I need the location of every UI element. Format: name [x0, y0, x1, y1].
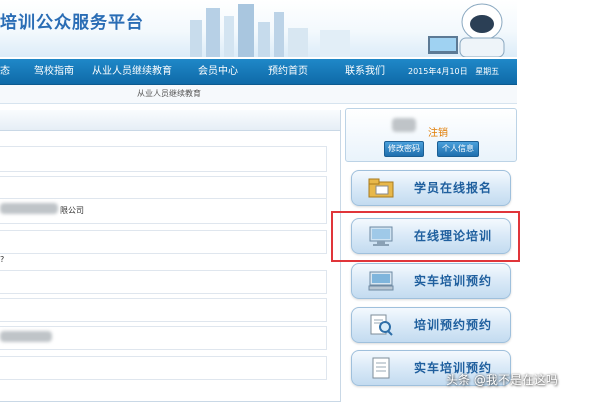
nav-item-contact-us[interactable]: 联系我们 [345, 59, 385, 84]
info-field-2 [0, 176, 327, 200]
nav-date: 2015年4月10日 星期五 [408, 59, 499, 84]
folder-icon [368, 178, 394, 198]
main-panel-header [0, 110, 340, 131]
nav-right-blank [517, 59, 600, 86]
company-name-suffix: 限公司 [60, 206, 84, 215]
city-skyline-illustration [190, 4, 350, 57]
date-text: 2015年4月10日 [408, 67, 468, 76]
site-title: 培训公众服务平台 [0, 13, 144, 33]
menu-label: 培训预约预约 [414, 318, 493, 332]
menu-training-booking[interactable]: 培训预约预约 [351, 307, 511, 343]
breadcrumb-text: 从业人员继续教育 [137, 89, 201, 98]
info-field-4 [0, 270, 327, 294]
info-field-5 [0, 298, 327, 322]
document-icon [372, 357, 390, 379]
info-field-3 [0, 230, 327, 254]
logout-link[interactable]: 注销 [428, 124, 448, 139]
personal-info-button[interactable]: 个人信息 [437, 141, 479, 157]
menu-label: 实车培训预约 [414, 274, 493, 288]
main-nav: 态 驾校指南 从业人员继续教育 会员中心 预约首页 联系我们 2015年4月10… [0, 59, 517, 86]
nav-item-partial[interactable]: 态 [0, 59, 10, 84]
redacted-username [392, 118, 416, 132]
menu-label: 学员在线报名 [414, 181, 493, 195]
robot-support-illustration [428, 3, 505, 57]
header-banner: 培训公众服务平台 [0, 0, 600, 57]
nav-item-booking-home[interactable]: 预约首页 [268, 59, 308, 84]
computer-icon [368, 271, 394, 291]
redacted-value [0, 331, 52, 342]
change-password-button[interactable]: 修改密码 [384, 141, 424, 157]
highlight-box [331, 211, 520, 262]
nav-item-driving-school-guide[interactable]: 驾校指南 [34, 59, 74, 84]
weekday-text: 星期五 [475, 67, 500, 76]
nav-item-member-center[interactable]: 会员中心 [198, 59, 238, 84]
menu-student-online-registration[interactable]: 学员在线报名 [351, 170, 511, 206]
menu-vehicle-training-booking[interactable]: 实车培训预约 [351, 263, 511, 299]
magnifier-document-icon [370, 314, 393, 336]
info-field-7 [0, 356, 327, 380]
redacted-company-name [0, 203, 58, 214]
stray-text: ? [0, 255, 5, 264]
breadcrumb: 从业人员继续教育 [0, 85, 517, 104]
info-field-1 [0, 146, 327, 172]
header-right-blank [517, 0, 600, 57]
watermark: 头条 @我不是在这吗 [446, 373, 558, 387]
nav-item-continuing-education[interactable]: 从业人员继续教育 [92, 59, 172, 84]
